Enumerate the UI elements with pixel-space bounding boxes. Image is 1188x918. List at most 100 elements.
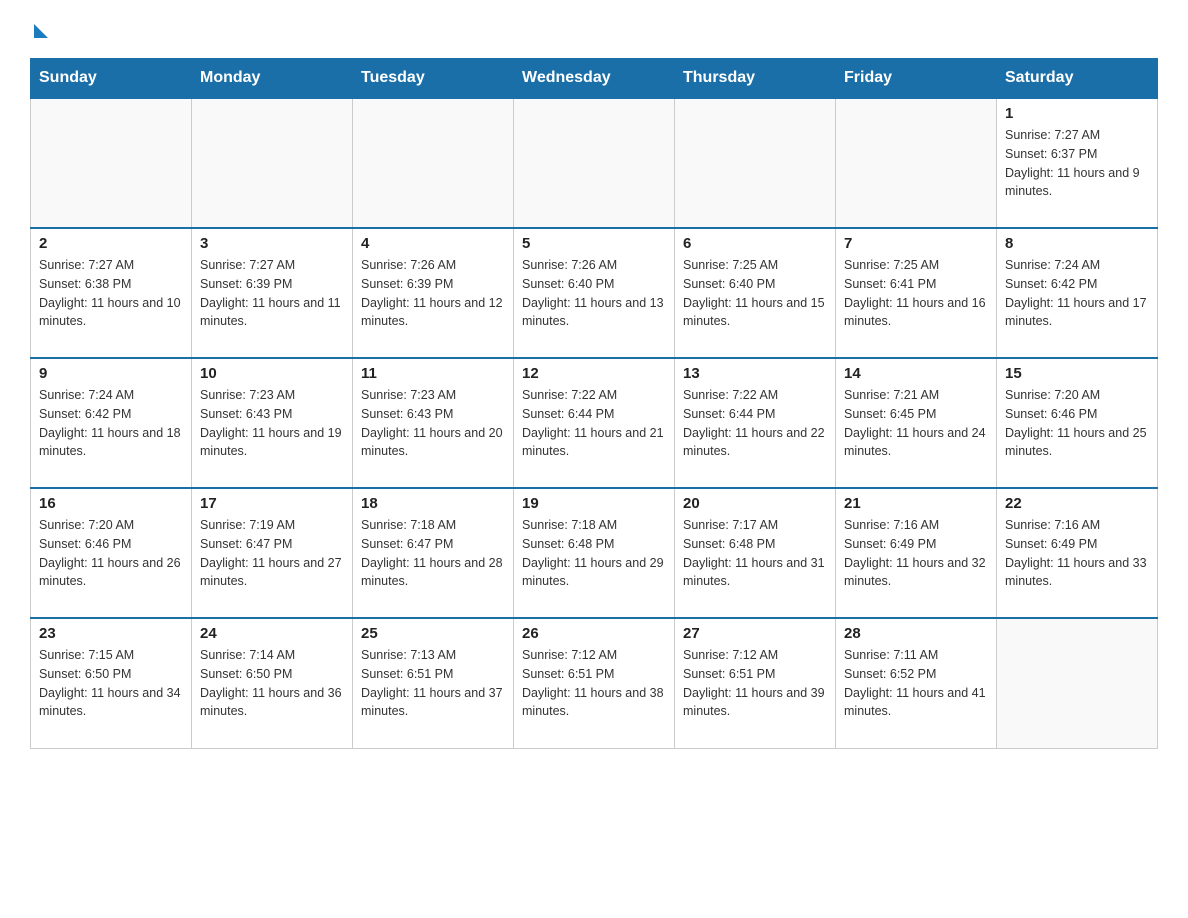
day-number: 24: [200, 625, 344, 642]
weekday-header-thursday: Thursday: [675, 59, 836, 99]
calendar-cell: [675, 98, 836, 228]
day-info: Sunrise: 7:15 AM Sunset: 6:50 PM Dayligh…: [39, 646, 183, 721]
day-number: 18: [361, 495, 505, 512]
calendar-cell: 19 Sunrise: 7:18 AM Sunset: 6:48 PM Dayli…: [514, 488, 675, 618]
calendar-cell: 16 Sunrise: 7:20 AM Sunset: 6:46 PM Dayli…: [31, 488, 192, 618]
calendar-week-row: 1 Sunrise: 7:27 AM Sunset: 6:37 PM Daylig…: [31, 98, 1158, 228]
calendar-cell: 12 Sunrise: 7:22 AM Sunset: 6:44 PM Dayli…: [514, 358, 675, 488]
day-number: 25: [361, 625, 505, 642]
day-info: Sunrise: 7:18 AM Sunset: 6:47 PM Dayligh…: [361, 516, 505, 591]
calendar-cell: 28 Sunrise: 7:11 AM Sunset: 6:52 PM Dayli…: [836, 618, 997, 748]
day-number: 12: [522, 365, 666, 382]
calendar-cell: 1 Sunrise: 7:27 AM Sunset: 6:37 PM Daylig…: [997, 98, 1158, 228]
day-number: 3: [200, 235, 344, 252]
calendar-week-row: 23 Sunrise: 7:15 AM Sunset: 6:50 PM Dayli…: [31, 618, 1158, 748]
day-info: Sunrise: 7:12 AM Sunset: 6:51 PM Dayligh…: [683, 646, 827, 721]
calendar-cell: [514, 98, 675, 228]
day-info: Sunrise: 7:22 AM Sunset: 6:44 PM Dayligh…: [522, 386, 666, 461]
calendar-cell: 4 Sunrise: 7:26 AM Sunset: 6:39 PM Daylig…: [353, 228, 514, 358]
day-info: Sunrise: 7:26 AM Sunset: 6:39 PM Dayligh…: [361, 256, 505, 331]
page-header: [30, 20, 1158, 38]
day-number: 17: [200, 495, 344, 512]
calendar-cell: [192, 98, 353, 228]
calendar-cell: 11 Sunrise: 7:23 AM Sunset: 6:43 PM Dayli…: [353, 358, 514, 488]
calendar-week-row: 2 Sunrise: 7:27 AM Sunset: 6:38 PM Daylig…: [31, 228, 1158, 358]
calendar-cell: [31, 98, 192, 228]
calendar-week-row: 9Sunrise: 7:24 AM Sunset: 6:42 PM Daylig…: [31, 358, 1158, 488]
day-number: 22: [1005, 495, 1149, 512]
weekday-header-saturday: Saturday: [997, 59, 1158, 99]
day-number: 7: [844, 235, 988, 252]
calendar-cell: 20 Sunrise: 7:17 AM Sunset: 6:48 PM Dayli…: [675, 488, 836, 618]
calendar-cell: [353, 98, 514, 228]
calendar-cell: 24 Sunrise: 7:14 AM Sunset: 6:50 PM Dayli…: [192, 618, 353, 748]
day-number: 11: [361, 365, 505, 382]
day-info: Sunrise: 7:26 AM Sunset: 6:40 PM Dayligh…: [522, 256, 666, 331]
day-number: 27: [683, 625, 827, 642]
weekday-header-sunday: Sunday: [31, 59, 192, 99]
weekday-header-friday: Friday: [836, 59, 997, 99]
day-number: 4: [361, 235, 505, 252]
calendar-cell: 23 Sunrise: 7:15 AM Sunset: 6:50 PM Dayli…: [31, 618, 192, 748]
day-number: 15: [1005, 365, 1149, 382]
day-info: Sunrise: 7:24 AM Sunset: 6:42 PM Dayligh…: [39, 386, 183, 461]
weekday-header-monday: Monday: [192, 59, 353, 99]
day-number: 21: [844, 495, 988, 512]
day-info: Sunrise: 7:22 AM Sunset: 6:44 PM Dayligh…: [683, 386, 827, 461]
calendar-cell: 18 Sunrise: 7:18 AM Sunset: 6:47 PM Dayli…: [353, 488, 514, 618]
day-info: Sunrise: 7:23 AM Sunset: 6:43 PM Dayligh…: [361, 386, 505, 461]
calendar-cell: 6 Sunrise: 7:25 AM Sunset: 6:40 PM Daylig…: [675, 228, 836, 358]
day-info: Sunrise: 7:21 AM Sunset: 6:45 PM Dayligh…: [844, 386, 988, 461]
day-info: Sunrise: 7:18 AM Sunset: 6:48 PM Dayligh…: [522, 516, 666, 591]
calendar-cell: 21 Sunrise: 7:16 AM Sunset: 6:49 PM Dayli…: [836, 488, 997, 618]
calendar-cell: 17 Sunrise: 7:19 AM Sunset: 6:47 PM Dayli…: [192, 488, 353, 618]
day-info: Sunrise: 7:24 AM Sunset: 6:42 PM Dayligh…: [1005, 256, 1149, 331]
calendar-cell: 5 Sunrise: 7:26 AM Sunset: 6:40 PM Daylig…: [514, 228, 675, 358]
day-info: Sunrise: 7:16 AM Sunset: 6:49 PM Dayligh…: [844, 516, 988, 591]
day-info: Sunrise: 7:14 AM Sunset: 6:50 PM Dayligh…: [200, 646, 344, 721]
day-number: 5: [522, 235, 666, 252]
day-number: 2: [39, 235, 183, 252]
day-info: Sunrise: 7:19 AM Sunset: 6:47 PM Dayligh…: [200, 516, 344, 591]
day-info: Sunrise: 7:27 AM Sunset: 6:39 PM Dayligh…: [200, 256, 344, 331]
day-info: Sunrise: 7:11 AM Sunset: 6:52 PM Dayligh…: [844, 646, 988, 721]
calendar-cell: 15 Sunrise: 7:20 AM Sunset: 6:46 PM Dayli…: [997, 358, 1158, 488]
calendar-table: SundayMondayTuesdayWednesdayThursdayFrid…: [30, 58, 1158, 749]
calendar-cell: 3 Sunrise: 7:27 AM Sunset: 6:39 PM Daylig…: [192, 228, 353, 358]
day-info: Sunrise: 7:20 AM Sunset: 6:46 PM Dayligh…: [39, 516, 183, 591]
day-info: Sunrise: 7:25 AM Sunset: 6:40 PM Dayligh…: [683, 256, 827, 331]
day-number: 13: [683, 365, 827, 382]
day-number: 28: [844, 625, 988, 642]
calendar-cell: 13 Sunrise: 7:22 AM Sunset: 6:44 PM Dayli…: [675, 358, 836, 488]
day-number: 14: [844, 365, 988, 382]
calendar-header-row: SundayMondayTuesdayWednesdayThursdayFrid…: [31, 59, 1158, 99]
day-number: 20: [683, 495, 827, 512]
day-info: Sunrise: 7:12 AM Sunset: 6:51 PM Dayligh…: [522, 646, 666, 721]
calendar-cell: 25 Sunrise: 7:13 AM Sunset: 6:51 PM Dayli…: [353, 618, 514, 748]
day-number: 6: [683, 235, 827, 252]
calendar-cell: [836, 98, 997, 228]
calendar-cell: 14 Sunrise: 7:21 AM Sunset: 6:45 PM Dayli…: [836, 358, 997, 488]
weekday-header-tuesday: Tuesday: [353, 59, 514, 99]
day-number: 16: [39, 495, 183, 512]
calendar-cell: 8 Sunrise: 7:24 AM Sunset: 6:42 PM Daylig…: [997, 228, 1158, 358]
day-number: 26: [522, 625, 666, 642]
day-info: Sunrise: 7:13 AM Sunset: 6:51 PM Dayligh…: [361, 646, 505, 721]
calendar-cell: 22Sunrise: 7:16 AM Sunset: 6:49 PM Dayli…: [997, 488, 1158, 618]
day-number: 19: [522, 495, 666, 512]
day-info: Sunrise: 7:27 AM Sunset: 6:37 PM Dayligh…: [1005, 126, 1149, 201]
calendar-cell: 9Sunrise: 7:24 AM Sunset: 6:42 PM Daylig…: [31, 358, 192, 488]
day-number: 23: [39, 625, 183, 642]
day-number: 10: [200, 365, 344, 382]
day-info: Sunrise: 7:20 AM Sunset: 6:46 PM Dayligh…: [1005, 386, 1149, 461]
calendar-cell: 10 Sunrise: 7:23 AM Sunset: 6:43 PM Dayli…: [192, 358, 353, 488]
day-info: Sunrise: 7:23 AM Sunset: 6:43 PM Dayligh…: [200, 386, 344, 461]
day-number: 8: [1005, 235, 1149, 252]
day-info: Sunrise: 7:27 AM Sunset: 6:38 PM Dayligh…: [39, 256, 183, 331]
day-info: Sunrise: 7:17 AM Sunset: 6:48 PM Dayligh…: [683, 516, 827, 591]
day-number: 1: [1005, 105, 1149, 122]
calendar-cell: 26 Sunrise: 7:12 AM Sunset: 6:51 PM Dayli…: [514, 618, 675, 748]
day-info: Sunrise: 7:25 AM Sunset: 6:41 PM Dayligh…: [844, 256, 988, 331]
logo: [30, 20, 48, 38]
calendar-cell: 2 Sunrise: 7:27 AM Sunset: 6:38 PM Daylig…: [31, 228, 192, 358]
